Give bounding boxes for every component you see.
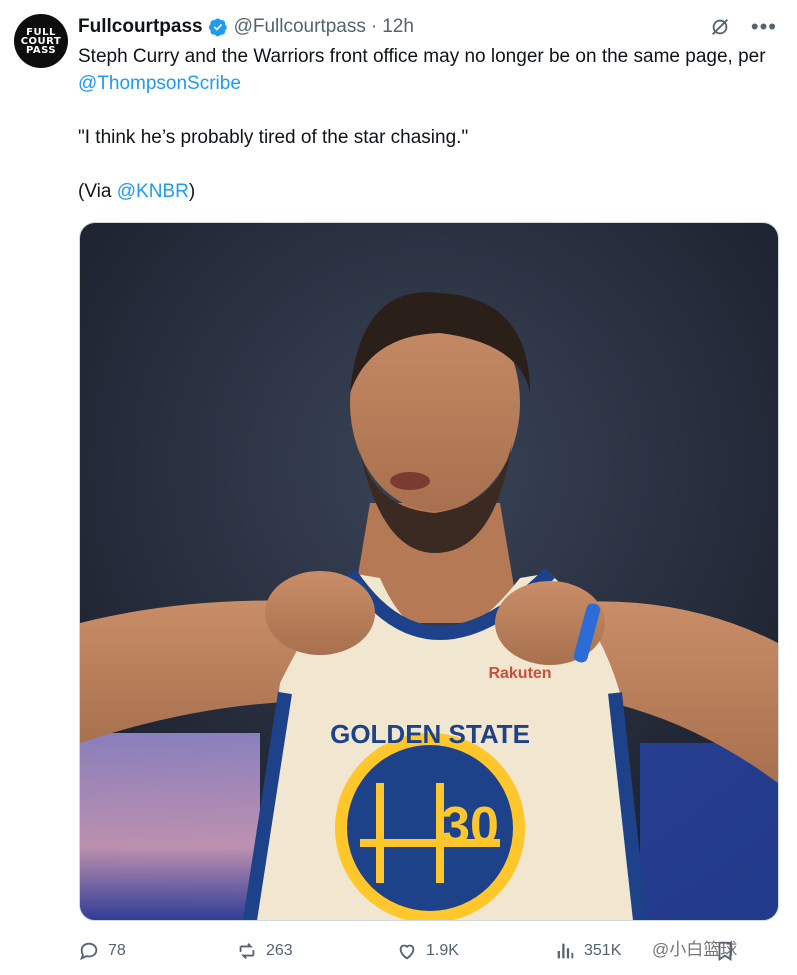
like-count: 1.9K xyxy=(426,942,459,959)
repost-count: 263 xyxy=(266,942,293,959)
verified-badge-icon xyxy=(208,18,227,37)
via-prefix: (Via xyxy=(78,181,117,202)
repost-button[interactable]: 263 xyxy=(236,936,293,966)
author-handle[interactable]: @Fullcourtpass xyxy=(234,16,366,38)
avatar[interactable]: FULL COURT PASS xyxy=(14,14,68,68)
repost-icon xyxy=(239,943,255,959)
like-icon xyxy=(399,944,415,960)
views-button[interactable]: 351K xyxy=(554,936,621,966)
mention-link[interactable]: @ThompsonScribe xyxy=(78,73,241,94)
via-mention-link[interactable]: @KNBR xyxy=(117,181,189,202)
tweet-text: Steph Curry and the Warriors front offic… xyxy=(78,43,768,205)
jersey-number-text: 30 xyxy=(441,797,499,855)
jersey-sponsor-text: Rakuten xyxy=(488,665,551,682)
views-count: 351K xyxy=(584,942,622,959)
via-suffix: ) xyxy=(188,181,196,202)
views-icon xyxy=(557,943,574,959)
reply-button[interactable]: 78 xyxy=(78,936,126,966)
tweet-photo[interactable]: GOLDEN STATE 30 Rakuten xyxy=(79,222,779,921)
more-options-icon[interactable]: ••• xyxy=(751,16,777,38)
tweet-quote: "I think he’s probably tired of the star… xyxy=(78,127,469,148)
reply-icon xyxy=(80,942,98,961)
player-photo-illustration: GOLDEN STATE 30 Rakuten xyxy=(80,223,778,920)
grok-icon[interactable] xyxy=(709,16,731,38)
separator-dot: · xyxy=(370,16,378,37)
tweet-time[interactable]: 12h xyxy=(382,16,414,38)
author-name[interactable]: Fullcourtpass xyxy=(78,16,203,38)
like-button[interactable]: 1.9K xyxy=(396,936,459,966)
avatar-line: PASS xyxy=(25,44,57,56)
watermark: @小白篮球 xyxy=(652,940,738,959)
tweet-line: Steph Curry and the Warriors front offic… xyxy=(78,46,766,67)
jersey-team-text: GOLDEN STATE xyxy=(330,719,530,749)
reply-count: 78 xyxy=(108,942,126,959)
tweet-header: Fullcourtpass @Fullcourtpass · 12h ••• xyxy=(78,14,777,40)
